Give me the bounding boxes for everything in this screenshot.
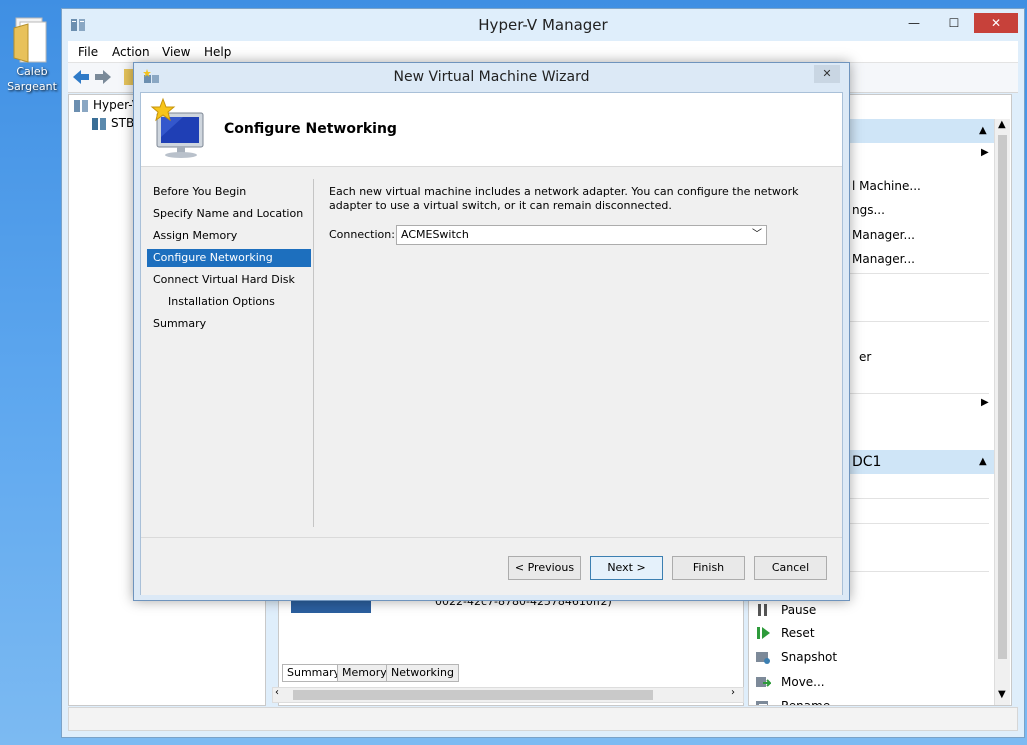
desktop-icon-label-2: Sargeant [7, 80, 57, 93]
menu-help[interactable]: Help [198, 41, 237, 63]
tree-item-server[interactable]: STB [111, 116, 134, 130]
server-icon [91, 117, 107, 134]
desktop-folder-icon[interactable]: Caleb Sargeant [4, 14, 60, 94]
maximize-button[interactable]: ☐ [940, 13, 968, 33]
wizard-page-heading: Configure Networking [224, 121, 397, 137]
scroll-right-icon[interactable]: › [731, 687, 735, 698]
folder-icon [12, 14, 52, 64]
forward-arrow-icon[interactable] [94, 69, 112, 88]
menu-file[interactable]: File [72, 41, 104, 63]
steps-divider [313, 179, 314, 527]
tab-networking[interactable]: Networking [386, 664, 459, 682]
collapse-up-icon[interactable]: ▲ [979, 119, 987, 143]
wizard-steps-list: Before You Begin Specify Name and Locati… [141, 167, 313, 529]
window-title: Hyper-V Manager [478, 16, 608, 34]
minimize-button[interactable]: — [900, 13, 928, 33]
pause-icon [755, 602, 771, 618]
chevron-down-icon[interactable]: ﹀ [752, 226, 762, 244]
desktop-icon-label-1: Caleb [16, 65, 48, 78]
move-icon [755, 674, 773, 690]
tab-memory[interactable]: Memory [337, 664, 392, 682]
actions-scrollbar[interactable]: ▲ ▼ [994, 119, 1010, 705]
horizontal-scrollbar[interactable]: ‹ › [272, 687, 744, 703]
step-summary[interactable]: Summary [147, 315, 311, 333]
step-configure-networking[interactable]: Configure Networking [147, 249, 311, 267]
finish-button[interactable]: Finish [672, 556, 745, 580]
tab-summary[interactable]: Summary [282, 664, 346, 682]
action-separator [849, 393, 989, 394]
rename-icon [755, 698, 771, 705]
scroll-thumb[interactable] [293, 690, 653, 700]
scroll-thumb-vertical[interactable] [998, 135, 1007, 659]
action-separator [849, 571, 989, 572]
step-connect-vhd[interactable]: Connect Virtual Hard Disk [147, 271, 311, 289]
action-snapshot[interactable]: Snapshot [749, 645, 995, 669]
action-separator [849, 321, 989, 322]
wizard-footer: < Previous Next > Finish Cancel [141, 537, 842, 595]
step-assign-memory[interactable]: Assign Memory [147, 227, 311, 245]
scroll-down-icon[interactable]: ▼ [998, 689, 1006, 700]
title-bar[interactable]: Hyper-V Manager — ☐ ✕ [62, 9, 1024, 41]
scroll-left-icon[interactable]: ‹ [275, 687, 279, 698]
hyperv-root-icon [73, 99, 89, 116]
action-separator [849, 523, 989, 524]
step-before-you-begin[interactable]: Before You Begin [147, 183, 311, 201]
action-rename[interactable]: Rename... [749, 694, 995, 705]
step-installation-options[interactable]: Installation Options [147, 293, 311, 311]
wizard-close-button[interactable]: ✕ [814, 65, 840, 83]
menu-bar: File Action View Help [68, 41, 1018, 63]
menu-view[interactable]: View [156, 41, 196, 63]
wizard-title: New Virtual Machine Wizard [393, 69, 590, 85]
connection-label: Connection: [329, 228, 395, 241]
step-specify-name[interactable]: Specify Name and Location [147, 205, 311, 223]
back-arrow-icon[interactable] [72, 69, 90, 88]
menu-action[interactable]: Action [106, 41, 156, 63]
cancel-button[interactable]: Cancel [754, 556, 827, 580]
new-vm-monitor-icon [149, 97, 213, 164]
snapshot-icon [755, 649, 771, 665]
close-button[interactable]: ✕ [974, 13, 1018, 33]
collapse-up-icon-2[interactable]: ▲ [979, 450, 987, 474]
wizard-content-frame: Configure Networking Before You Begin Sp… [140, 92, 843, 595]
wizard-header: Configure Networking [141, 93, 842, 167]
connection-value: ACMESwitch [401, 228, 469, 241]
action-move[interactable]: Move... [749, 670, 995, 694]
wizard-body: Before You Begin Specify Name and Locati… [141, 167, 842, 537]
action-pause[interactable]: Pause [749, 598, 995, 622]
wizard-page-content: Each new virtual machine includes a netw… [329, 185, 829, 245]
scroll-up-icon[interactable]: ▲ [998, 119, 1006, 130]
submenu-arrow-icon[interactable]: ▶ [981, 147, 989, 158]
next-button[interactable]: Next > [590, 556, 663, 580]
action-separator [849, 273, 989, 274]
action-separator [849, 498, 989, 499]
new-vm-wizard-dialog: New Virtual Machine Wizard ✕ Configure N… [133, 62, 850, 601]
connection-dropdown[interactable]: ACMESwitch ﹀ [396, 225, 767, 245]
submenu-arrow-icon-2[interactable]: ▶ [981, 397, 989, 408]
previous-button[interactable]: < Previous [508, 556, 581, 580]
action-reset[interactable]: Reset [749, 621, 995, 645]
networking-description: Each new virtual machine includes a netw… [329, 185, 799, 212]
reset-icon [755, 625, 771, 641]
status-bar [68, 707, 1018, 731]
